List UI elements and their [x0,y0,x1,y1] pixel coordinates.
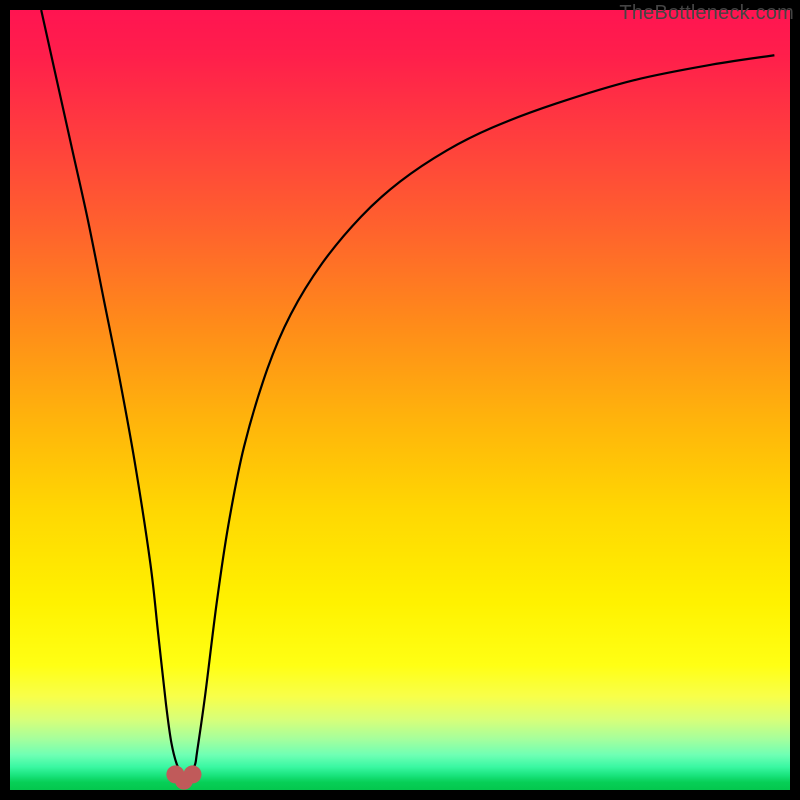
outer-frame: TheBottleneck.com [0,0,800,800]
plot-area [10,10,790,790]
min-marker [184,765,202,783]
watermark-text: TheBottleneck.com [619,2,794,25]
marker-layer [10,10,790,790]
